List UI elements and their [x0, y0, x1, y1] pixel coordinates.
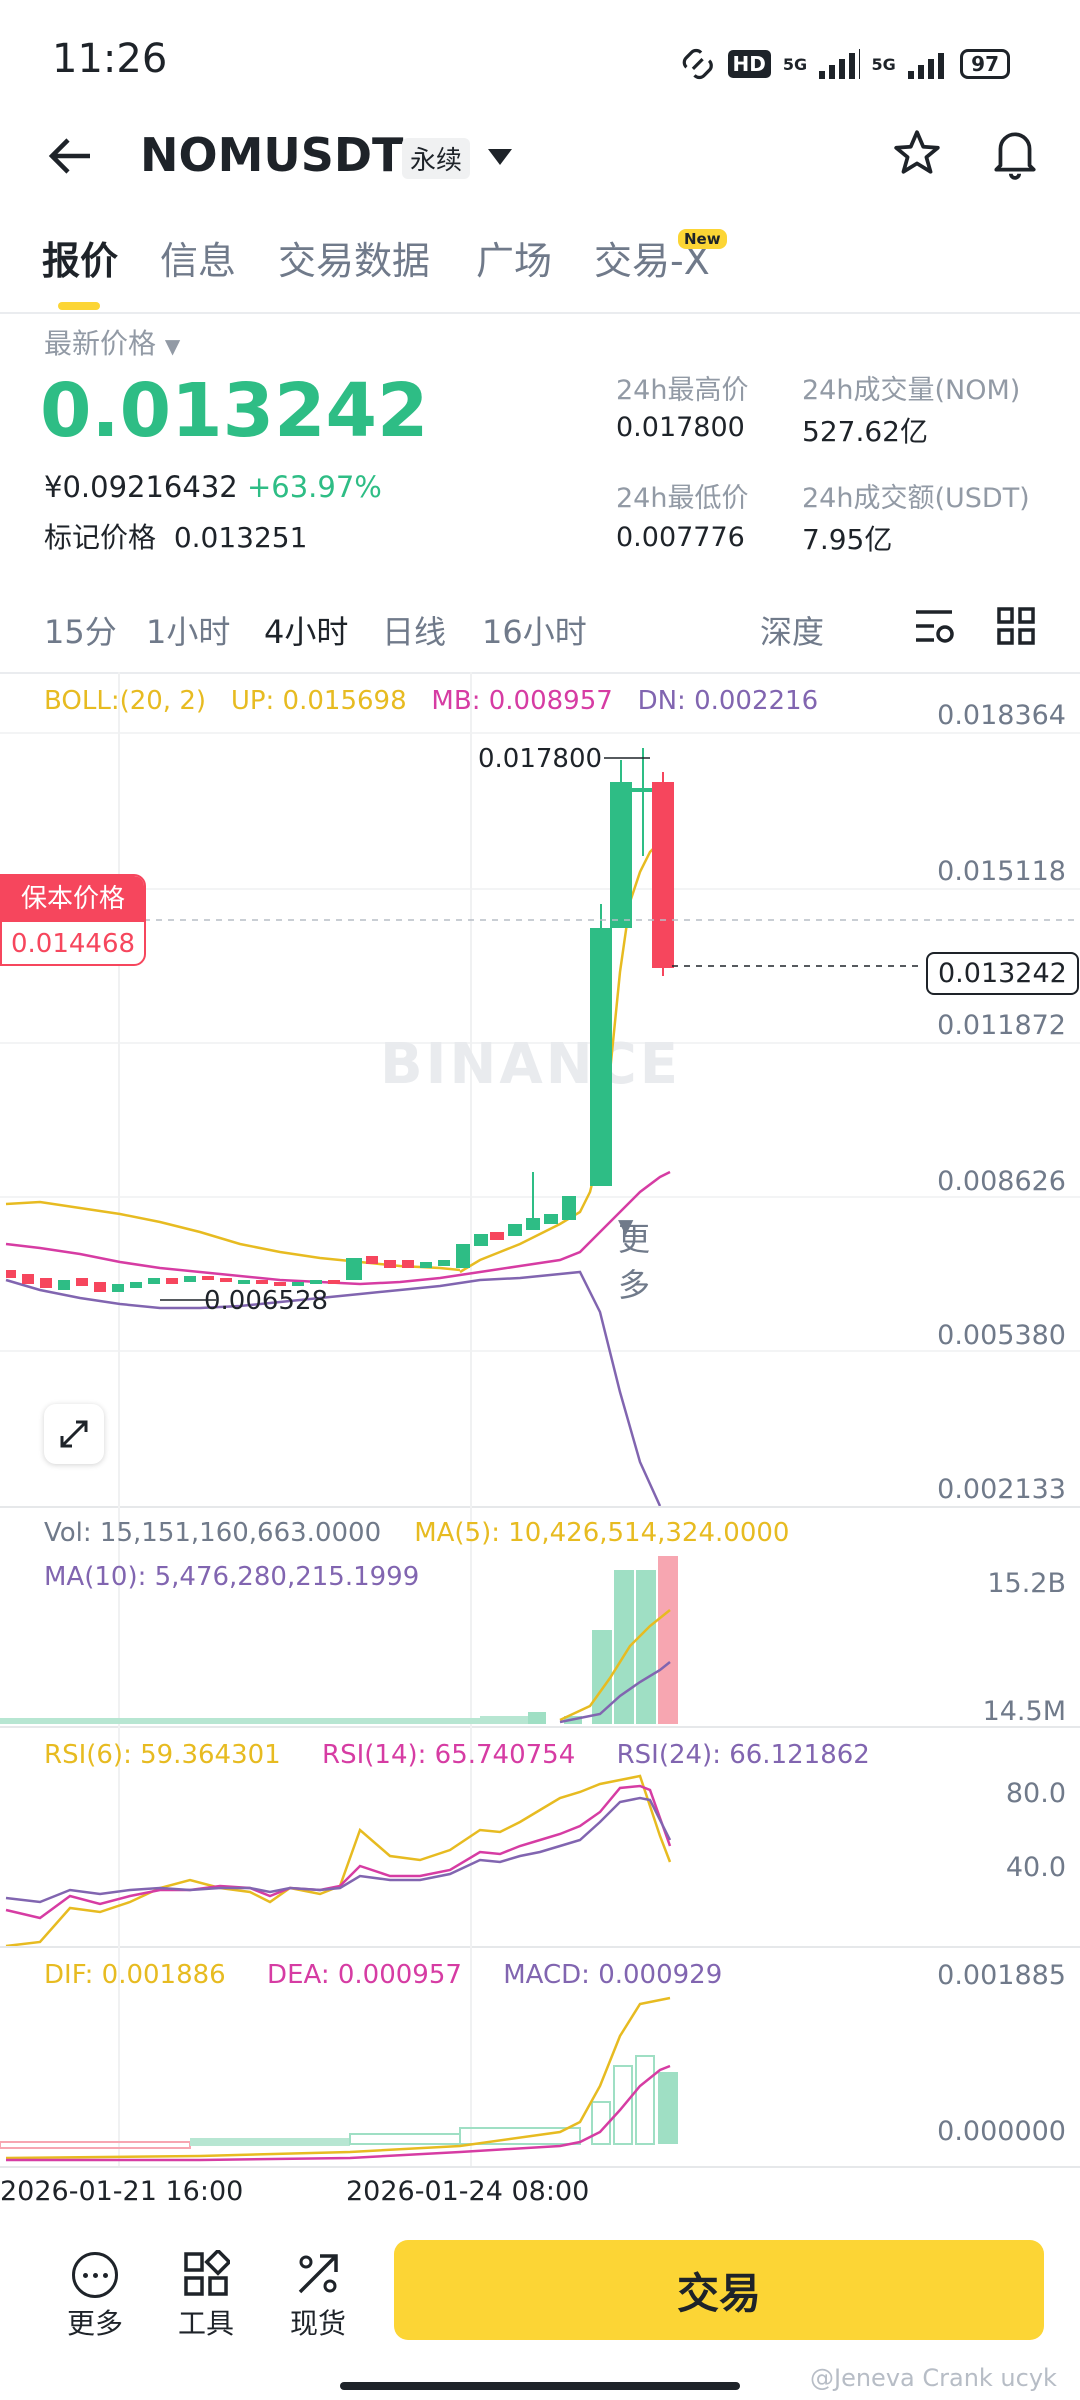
star-icon[interactable]: [892, 128, 942, 178]
macd-chart: [0, 1996, 678, 2162]
tf-depth[interactable]: 深度: [760, 607, 824, 653]
low-label: 24h最低价: [616, 483, 749, 514]
candlestick-chart[interactable]: [0, 672, 1080, 1506]
volume-value: 527.62亿: [802, 415, 928, 448]
link-icon: [682, 48, 713, 80]
tf-16h[interactable]: 16小时: [482, 607, 587, 653]
current-price-tag: 0.013242: [926, 952, 1079, 995]
tab-info[interactable]: 信息: [160, 230, 236, 285]
breakeven-label: 保本价格: [2, 876, 144, 922]
low-price-marker: 0.006528: [204, 1286, 329, 1316]
more-icon[interactable]: [72, 2252, 118, 2298]
tab-trade-data[interactable]: 交易数据: [278, 230, 430, 285]
tab-quote[interactable]: 报价: [42, 230, 118, 285]
tf-1d[interactable]: 日线: [382, 607, 446, 653]
breakeven-tag[interactable]: 保本价格 0.014468: [0, 874, 146, 966]
volume-chart: [0, 1556, 678, 1724]
high-label: 24h最高价: [616, 375, 749, 406]
expand-icon: [60, 1420, 88, 1448]
date-label-1: 2026-01-21 16:00: [0, 2176, 244, 2207]
boll-lower-line: [5, 1270, 662, 1506]
active-tab-indicator: [58, 302, 100, 310]
network-label-2: 5G: [871, 54, 896, 74]
network-label-1: 5G: [782, 54, 808, 74]
symbol-title[interactable]: NOMUSDT: [140, 128, 403, 182]
price-change: +63.97%: [246, 470, 382, 504]
low-value: 0.007776: [616, 522, 745, 553]
contract-type-badge: 永续: [402, 138, 471, 179]
cny-price: ¥0.09216432 +63.97%: [44, 470, 382, 504]
caret-down-icon[interactable]: [487, 148, 513, 166]
spot-icon[interactable]: [294, 2250, 342, 2298]
date-label-2: 2026-01-24 08:00: [346, 2176, 590, 2207]
new-badge: New: [678, 229, 727, 249]
divider: [0, 312, 1080, 314]
bell-icon[interactable]: [990, 126, 1040, 180]
signal-icon-2: [907, 49, 949, 79]
status-icons: HD 5G 5G 97: [680, 42, 1010, 86]
nav-tools-label[interactable]: 工具: [151, 2302, 261, 2342]
tools-icon[interactable]: [182, 2250, 230, 2298]
mark-price: 标记价格 0.013251: [44, 521, 308, 554]
battery-icon: 97: [960, 49, 1010, 79]
chart-settings-icon[interactable]: [912, 606, 956, 648]
nav-spot-label[interactable]: 现货: [263, 2302, 373, 2342]
high-price-marker: 0.017800: [478, 744, 603, 774]
last-price: 0.013242: [40, 368, 429, 454]
fullscreen-button[interactable]: [44, 1404, 104, 1464]
candles: [6, 748, 674, 1292]
pane-divider: [0, 2166, 1080, 2168]
tf-4h[interactable]: 4小时: [264, 607, 348, 653]
rsi-chart: [5, 1774, 672, 1946]
tab-square[interactable]: 广场: [476, 230, 552, 285]
status-time: 11:26: [52, 36, 168, 82]
boll-mid-line: [5, 1170, 671, 1286]
volume-label: 24h成交量(NOM): [802, 375, 1021, 406]
boll-upper-line: [5, 1200, 461, 1272]
amount-value: 7.95亿: [802, 523, 893, 556]
grid-layout-icon[interactable]: [996, 606, 1036, 646]
back-arrow-icon[interactable]: [46, 136, 94, 176]
tf-15m[interactable]: 15分: [44, 607, 117, 653]
breakeven-value: 0.014468: [10, 929, 136, 959]
high-value: 0.017800: [616, 412, 745, 443]
amount-label: 24h成交额(USDT): [802, 483, 1030, 514]
hd-badge: HD: [727, 50, 771, 78]
nav-more-label[interactable]: 更多: [40, 2302, 150, 2342]
trade-button[interactable]: 交易: [394, 2240, 1044, 2340]
signal-icon: [819, 49, 860, 79]
credit-watermark: @Jeneva Crank ucyk: [810, 2364, 1057, 2392]
last-price-label[interactable]: 最新价格 ▼: [44, 322, 180, 362]
home-indicator: [340, 2382, 740, 2390]
tf-1h[interactable]: 1小时: [146, 607, 230, 653]
